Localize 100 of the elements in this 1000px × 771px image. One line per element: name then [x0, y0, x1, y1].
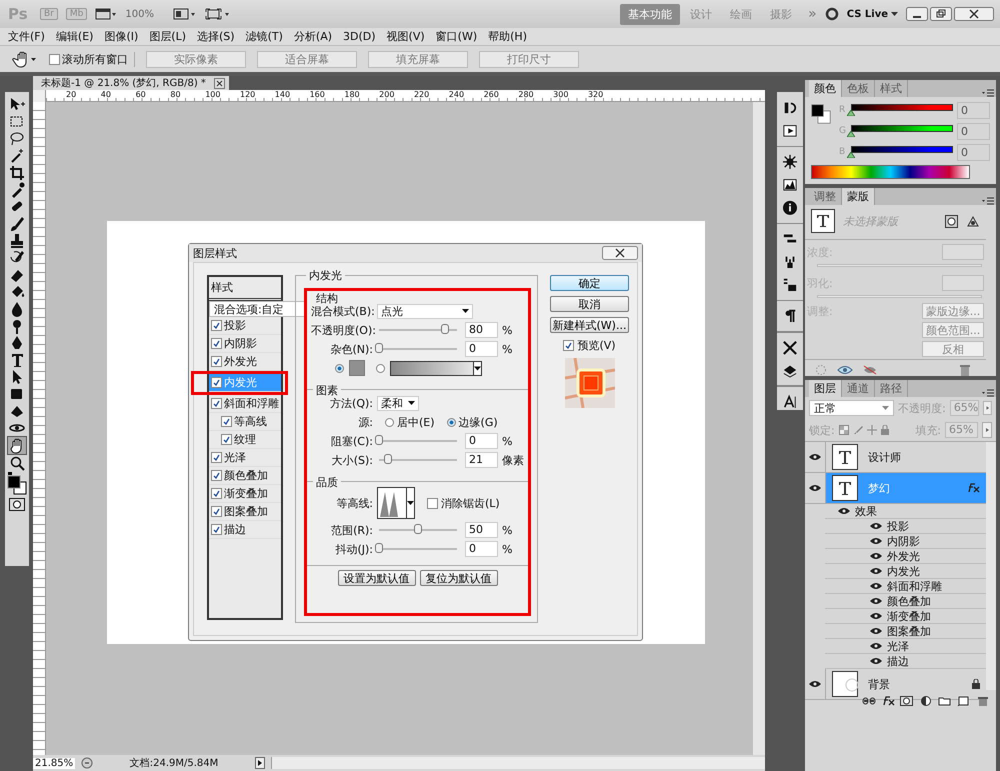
menu-item[interactable]: 编辑(E) [56, 29, 94, 44]
list-item[interactable]: 渐变叠加 [209, 485, 281, 503]
fx-icon[interactable] [881, 696, 895, 706]
link-icon[interactable] [862, 696, 876, 706]
input-field[interactable] [942, 275, 984, 291]
scroll-all-checkbox[interactable] [49, 54, 60, 64]
checkbox[interactable] [211, 377, 222, 388]
channel-value-field[interactable]: 0 [957, 144, 990, 160]
move-tool-icon[interactable] [8, 96, 26, 113]
radio-button[interactable] [446, 418, 456, 426]
new-layer-icon[interactable] [957, 696, 971, 706]
panel-tab[interactable]: 颜色 [809, 80, 842, 97]
lasso-icon[interactable] [8, 130, 26, 147]
number-field[interactable]: 0 [465, 433, 498, 449]
panel-menu-icon[interactable] [982, 389, 994, 397]
dialog-button[interactable]: 确定 [550, 275, 629, 291]
slider-thumb-icon[interactable] [847, 131, 855, 137]
number-field[interactable]: 0 [465, 541, 498, 557]
hand-icon[interactable] [12, 50, 38, 68]
scissors-tools-icon[interactable] [781, 340, 799, 356]
list-item[interactable]: 图案叠加 [209, 503, 281, 521]
adjustment-icon[interactable] [919, 696, 933, 706]
panel-tab[interactable]: 路径 [875, 380, 908, 397]
document-tab[interactable]: 未标题-1 @ 21.8% (梦幻, RGB/8) * [33, 76, 229, 90]
number-field[interactable]: 21 [465, 452, 498, 468]
lock-pixels-icon[interactable] [838, 425, 849, 435]
color-swatch[interactable] [349, 360, 365, 376]
checkbox[interactable] [211, 338, 222, 349]
menu-item[interactable]: 文件(F) [8, 29, 45, 44]
checkbox[interactable] [211, 356, 222, 367]
dialog-button[interactable]: 取消 [550, 296, 629, 312]
trash-icon[interactable] [976, 696, 990, 706]
zoom-field[interactable]: 21.85% [33, 758, 75, 768]
menu-item[interactable]: 分析(A) [294, 29, 332, 44]
menu-item[interactable]: 图层(L) [149, 29, 186, 44]
panel-tab[interactable]: 蒙版 [842, 188, 875, 205]
close-icon[interactable] [214, 78, 225, 88]
list-item[interactable]: 颜色叠加 [209, 467, 281, 485]
close-icon[interactable] [602, 246, 638, 260]
menu-item[interactable]: 窗口(W) [436, 29, 478, 44]
slider-thumb[interactable] [375, 543, 383, 553]
slider-thumb[interactable] [441, 324, 450, 334]
cs-live-button[interactable]: CS Live [846, 8, 898, 20]
list-item[interactable]: 斜面和浮雕 [209, 395, 281, 413]
layout-grid-icon[interactable] [173, 8, 198, 20]
checkbox[interactable] [211, 398, 222, 409]
arrow-button-icon[interactable] [983, 400, 992, 416]
brush-icon[interactable] [8, 215, 26, 232]
menu-item[interactable]: 选择(S) [197, 29, 235, 44]
panel-tab[interactable]: 样式 [875, 80, 908, 97]
dotted-circle-icon[interactable] [815, 364, 827, 376]
panel-tab[interactable]: 通道 [842, 380, 875, 397]
preview-checkbox[interactable] [563, 340, 574, 351]
checkbox[interactable] [221, 434, 232, 445]
quick-mask-icon[interactable] [9, 498, 25, 511]
panel-menu-icon[interactable] [982, 89, 994, 97]
list-item[interactable]: 纹理 [209, 431, 281, 449]
checkbox[interactable] [211, 320, 222, 331]
arrow-button-icon[interactable] [982, 422, 992, 438]
hidden-eye-icon[interactable] [863, 365, 877, 375]
contour-picker[interactable] [377, 487, 415, 519]
menu-item[interactable]: 图像(I) [104, 29, 138, 44]
slider-thumb-icon[interactable] [847, 110, 855, 116]
layer-row[interactable]: 设计师 [826, 442, 986, 472]
gear-icon[interactable] [781, 154, 799, 170]
list-item[interactable]: 混合选项:自定 [209, 301, 305, 317]
vertical-scrollbar[interactable] [986, 442, 996, 690]
play-icon[interactable] [781, 122, 799, 139]
layer-row[interactable]: 背景 [826, 669, 986, 699]
option-button[interactable]: 填充屏幕 [368, 50, 468, 68]
trash-icon[interactable] [960, 364, 970, 376]
number-field[interactable]: 50 [465, 522, 498, 538]
option-button[interactable]: 打印尺寸 [479, 50, 579, 68]
menu-item[interactable]: 帮助(H) [488, 29, 527, 44]
radio-button[interactable] [376, 364, 385, 372]
color-spectrum-bar[interactable] [811, 165, 970, 179]
list-item[interactable]: 投影 [209, 317, 281, 335]
list-item[interactable]: 等高线 [209, 413, 281, 431]
checkbox[interactable] [211, 470, 222, 481]
slider-thumb-icon[interactable] [847, 152, 855, 158]
status-icon[interactable] [81, 757, 93, 769]
slider-thumb[interactable] [414, 524, 422, 534]
number-field[interactable]: 80 [465, 322, 498, 338]
close-icon[interactable] [954, 7, 994, 21]
histogram-icon[interactable] [781, 177, 799, 193]
menu-item[interactable]: 滤镜(T) [246, 29, 283, 44]
checkbox[interactable] [211, 506, 222, 517]
folder-icon[interactable] [938, 696, 952, 706]
list-item[interactable]: 内阴影 [209, 335, 281, 353]
mask-icon[interactable] [900, 696, 914, 706]
restore-icon[interactable] [930, 7, 952, 21]
pixel-mask-icon[interactable] [945, 214, 958, 228]
checkbox[interactable] [427, 498, 438, 508]
checkbox[interactable] [211, 524, 222, 535]
vector-mask-icon[interactable] [966, 214, 980, 228]
panel-tab[interactable]: 图层 [809, 380, 842, 397]
option-button[interactable]: 实际像素 [146, 50, 246, 68]
dialog-button[interactable]: 设置为默认值 [338, 570, 416, 586]
menu-item[interactable]: 视图(V) [386, 29, 425, 44]
input-field[interactable] [942, 244, 984, 260]
